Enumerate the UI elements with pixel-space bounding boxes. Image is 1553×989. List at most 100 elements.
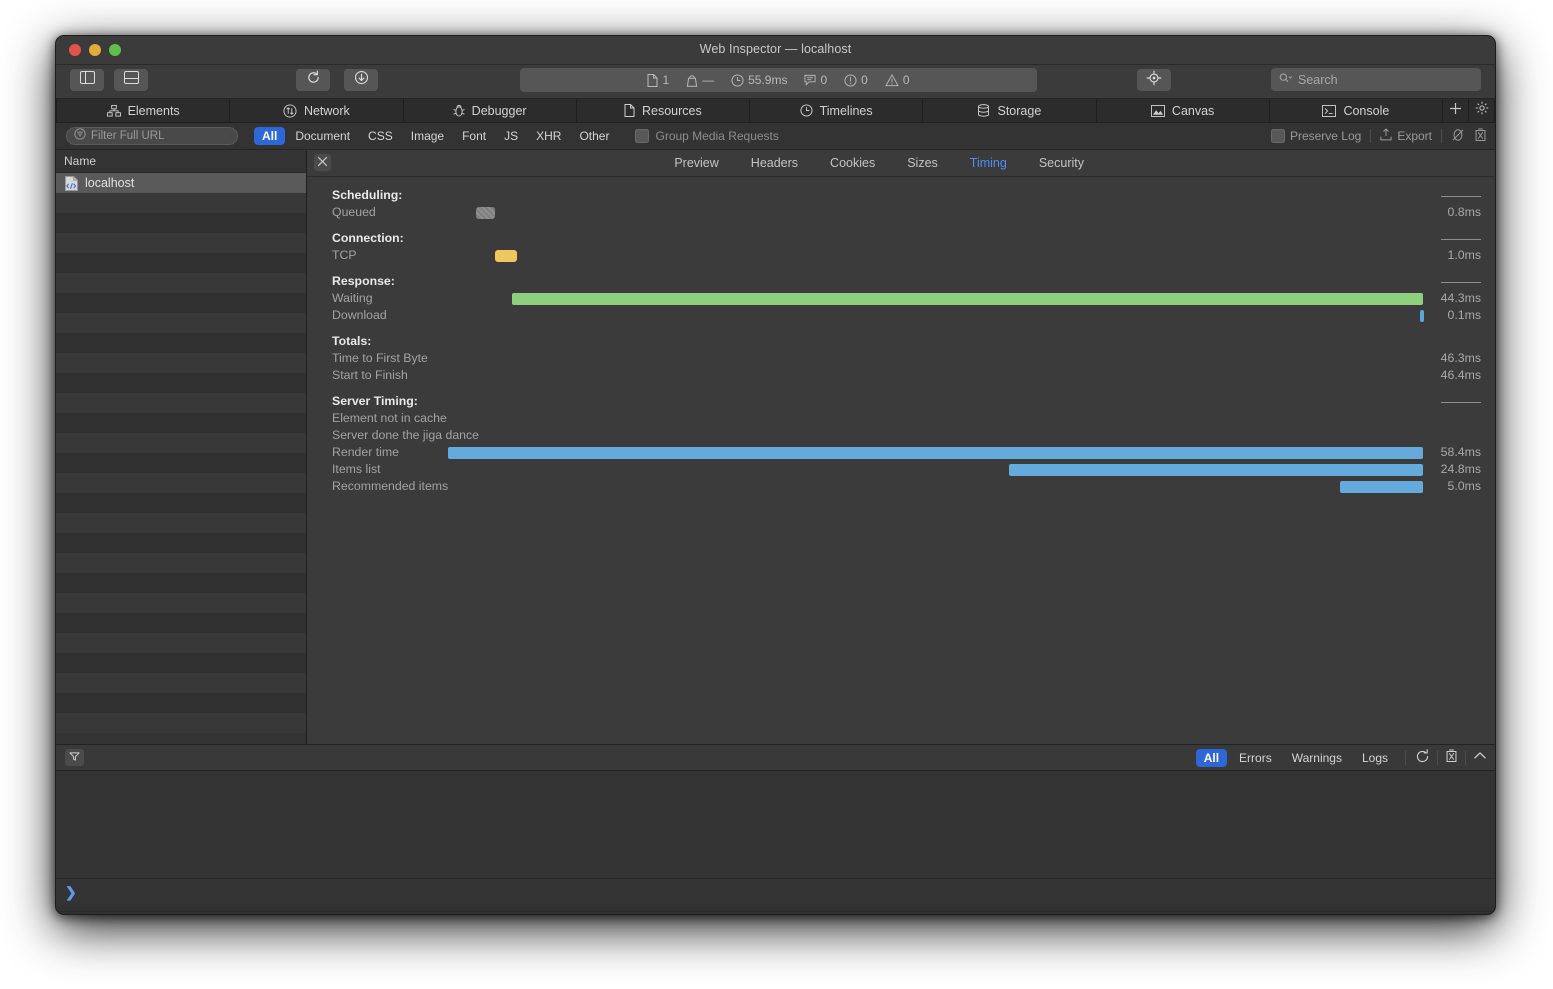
screenshot-root: Web Inspector — localhost (0, 0, 1553, 989)
list-item (56, 293, 306, 313)
search-input[interactable]: Search (1271, 68, 1481, 91)
divider (1465, 751, 1466, 765)
tab-network-label: Network (304, 104, 350, 118)
timing-bar-recommended-items (1340, 481, 1423, 493)
settings-button[interactable] (1469, 99, 1495, 122)
divider (56, 911, 1495, 912)
console-level-warnings[interactable]: Warnings (1284, 749, 1350, 767)
download-har-button[interactable] (344, 69, 378, 91)
reload-icon (306, 70, 321, 90)
filter-chip-image[interactable]: Image (403, 127, 452, 145)
console-level-errors[interactable]: Errors (1231, 749, 1280, 767)
tab-elements[interactable]: Elements (56, 99, 230, 122)
list-item (56, 413, 306, 433)
tab-storage-label: Storage (997, 104, 1041, 118)
console-filter-button[interactable] (65, 749, 84, 766)
console-collapse-button[interactable] (1473, 750, 1487, 765)
console-icon (1322, 105, 1336, 117)
stat-messages-value: 0 (820, 73, 827, 87)
detail-tab-headers[interactable]: Headers (735, 156, 814, 170)
timelines-icon (800, 104, 813, 117)
detail-tab-timing[interactable]: Timing (954, 156, 1023, 170)
close-detail-button[interactable] (314, 154, 331, 171)
layout-sidebar-button[interactable] (70, 69, 104, 91)
tab-debugger[interactable]: Debugger (404, 99, 577, 122)
export-label: Export (1397, 129, 1432, 143)
list-item (56, 713, 306, 733)
divider (1405, 751, 1406, 765)
layout-bottom-icon (124, 71, 139, 89)
console-prompt-input[interactable]: ❯ (56, 878, 1495, 906)
list-item-localhost[interactable]: localhost (56, 173, 306, 193)
timing-row-start-to-finish: Start to Finish 46.4ms (307, 368, 1495, 385)
group-media-requests-label: Group Media Requests (655, 129, 778, 143)
close-icon (317, 156, 328, 170)
stat-errors-value: 0 (861, 73, 868, 87)
detail-tab-security[interactable]: Security (1023, 156, 1100, 170)
list-item (56, 613, 306, 633)
trash-icon (1474, 128, 1487, 145)
timing-section-totals: Totals: (307, 334, 1495, 351)
list-item (56, 333, 306, 353)
console-reload-button[interactable] (1415, 749, 1430, 767)
filter-url-input[interactable]: Filter Full URL (66, 127, 238, 145)
filter-chip-css[interactable]: CSS (360, 127, 401, 145)
preserve-log-label: Preserve Log (1290, 129, 1361, 143)
timing-row-label: Server done the jiga dance (332, 428, 479, 442)
sidebar-column-header-name: Name (56, 150, 306, 173)
console-level-all[interactable]: All (1196, 749, 1227, 767)
timing-row-label: Download (332, 308, 387, 322)
tab-network[interactable]: Network (230, 99, 403, 122)
timing-rule (1441, 196, 1481, 197)
console-level-logs[interactable]: Logs (1354, 749, 1396, 767)
add-tab-button[interactable] (1443, 99, 1469, 122)
search-icon (1279, 71, 1293, 89)
timing-row-value: 5.0ms (1448, 479, 1482, 493)
list-item (56, 593, 306, 613)
timing-row-element-not-in-cache: Element not in cache (307, 411, 1495, 428)
tab-canvas[interactable]: Canvas (1097, 99, 1270, 122)
group-media-requests-toggle[interactable]: Group Media Requests (635, 129, 778, 143)
clear-network-button[interactable] (1474, 128, 1487, 145)
disable-network-button[interactable] (1451, 128, 1465, 145)
gear-icon (1475, 101, 1489, 120)
list-item (56, 193, 306, 213)
group-media-requests-checkbox[interactable] (635, 129, 649, 143)
stat-errors: 0 (844, 73, 868, 87)
console-toolbar-right: All Errors Warnings Logs (1196, 749, 1487, 767)
filter-chip-font[interactable]: Font (454, 127, 494, 145)
filter-chip-js[interactable]: JS (496, 127, 526, 145)
filter-chip-xhr[interactable]: XHR (528, 127, 569, 145)
list-item (56, 533, 306, 553)
timing-row-value: 44.3ms (1441, 291, 1481, 305)
tab-console[interactable]: Console (1270, 99, 1443, 122)
layout-bottom-button[interactable] (114, 69, 148, 91)
filter-chip-other[interactable]: Other (571, 127, 617, 145)
export-button[interactable]: Export (1380, 128, 1432, 144)
console-clear-button[interactable] (1445, 749, 1458, 766)
detail-tab-sizes[interactable]: Sizes (891, 156, 954, 170)
stat-resource-count-value: 1 (662, 73, 669, 87)
tab-resources[interactable]: Resources (577, 99, 750, 122)
inspect-element-button[interactable] (1137, 69, 1171, 91)
preserve-log-checkbox[interactable] (1271, 129, 1285, 143)
detail-tab-cookies[interactable]: Cookies (814, 156, 891, 170)
timing-row-label: Queued (332, 205, 376, 219)
divider (1441, 129, 1442, 143)
tab-timelines[interactable]: Timelines (750, 99, 923, 122)
preserve-log-toggle[interactable]: Preserve Log (1271, 129, 1361, 143)
filter-chip-document[interactable]: Document (287, 127, 358, 145)
list-item (56, 313, 306, 333)
detail-tabs: Preview Headers Cookies Sizes Timing Sec… (658, 156, 1495, 170)
timing-row-value: 0.1ms (1448, 308, 1482, 322)
timing-section-server-timing: Server Timing: (307, 394, 1495, 411)
reload-button[interactable] (296, 69, 330, 91)
timing-bar-render-time (448, 447, 1423, 459)
timing-section-label: Totals: (332, 334, 371, 348)
inspect-target-icon (1146, 70, 1162, 91)
tab-storage[interactable]: Storage (923, 99, 1096, 122)
detail-tab-preview[interactable]: Preview (658, 156, 734, 170)
request-list: localhost (56, 173, 306, 733)
filter-chip-all[interactable]: All (254, 127, 285, 145)
timing-bar-download (1420, 310, 1424, 322)
